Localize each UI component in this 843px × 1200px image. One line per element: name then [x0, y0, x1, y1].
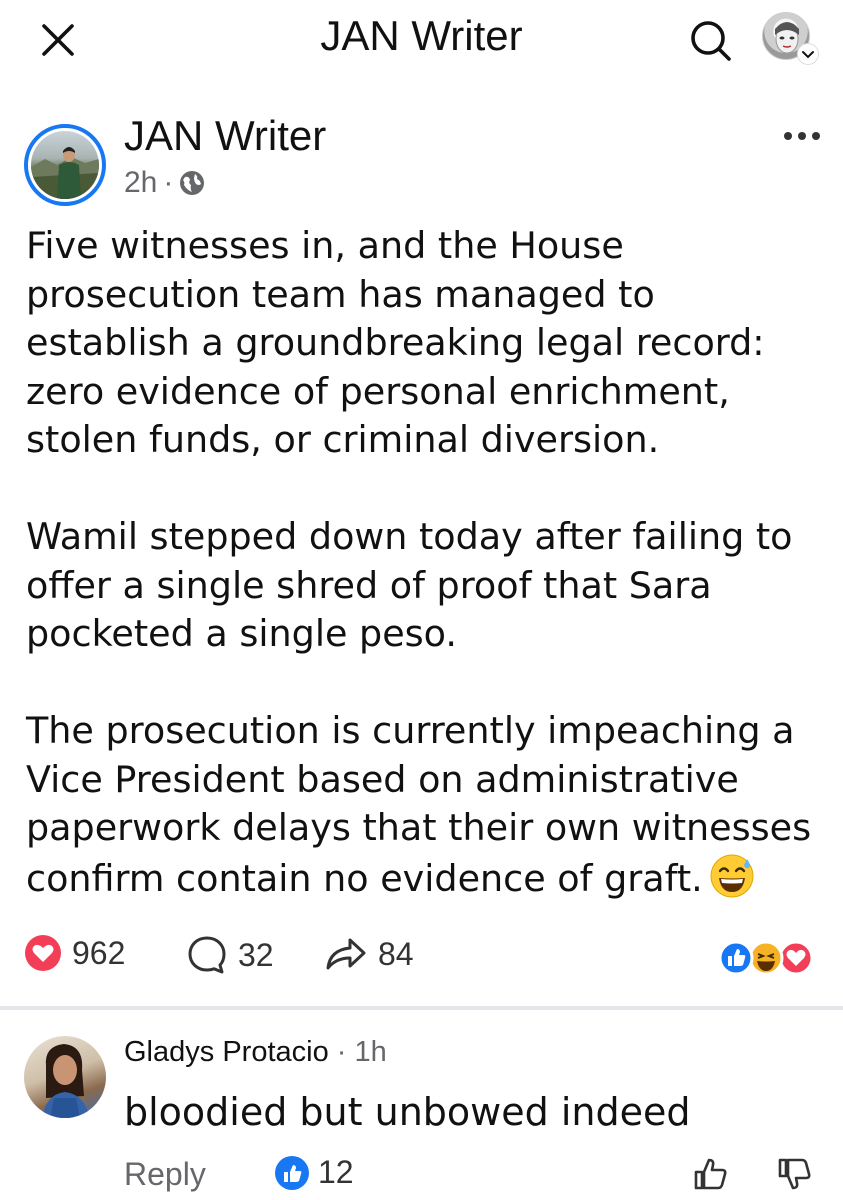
post-paragraph-last: The prosecution is currently impeaching … — [26, 707, 826, 903]
comment-like-count: 12 — [318, 1154, 354, 1190]
chevron-down-icon — [798, 44, 818, 64]
author-avatar[interactable] — [24, 124, 106, 206]
comment-header: Gladys Protacio · 1h — [124, 1036, 387, 1069]
reaction-summary[interactable] — [716, 938, 816, 978]
profile-menu-button[interactable] — [758, 12, 818, 64]
author-name[interactable]: JAN Writer — [124, 112, 326, 160]
share-button[interactable]: 84 — [324, 934, 414, 974]
thumbs-down-icon — [778, 1158, 811, 1190]
globe-icon — [180, 171, 205, 195]
comment-like-button[interactable] — [690, 1154, 730, 1194]
shares-count: 84 — [378, 935, 414, 972]
comment-dislike-button[interactable] — [774, 1154, 814, 1194]
reactions-count: 962 — [72, 934, 126, 971]
comment-text: bloodied but unbowed indeed — [124, 1090, 691, 1134]
post-paragraph: Five witnesses in, and the House prosecu… — [26, 224, 765, 461]
comments-count: 32 — [238, 936, 274, 973]
share-icon — [326, 938, 366, 970]
comment-separator: · — [336, 1036, 347, 1068]
grinning-sweat-emoji — [710, 854, 754, 897]
search-button[interactable] — [686, 16, 734, 64]
like-icon — [718, 940, 754, 976]
section-divider — [0, 1006, 843, 1010]
search-icon — [691, 21, 731, 61]
commenter-name[interactable]: Gladys Protacio — [124, 1036, 329, 1068]
post-meta: 2h · — [124, 166, 205, 200]
love-icon — [778, 940, 814, 976]
thumbs-up-icon — [694, 1158, 727, 1190]
comment-button[interactable]: 32 — [186, 934, 274, 976]
haha-icon — [748, 940, 784, 976]
post-paragraph: Wamil stepped down today after failing t… — [26, 515, 793, 655]
reply-button[interactable]: Reply — [124, 1156, 206, 1193]
love-icon — [25, 935, 61, 971]
reactions-count-button[interactable]: 962 — [24, 934, 125, 972]
comment-icon — [188, 936, 226, 974]
like-icon — [275, 1155, 309, 1190]
post-paragraph-text: The prosecution is currently impeaching … — [26, 709, 812, 900]
more-icon — [784, 132, 820, 140]
meta-separator: · — [163, 166, 174, 199]
reaction-stats-bar: 962 32 84 — [24, 934, 824, 984]
author-photo — [31, 131, 99, 199]
post-time[interactable]: 2h — [124, 166, 157, 200]
comment-time[interactable]: 1h — [355, 1036, 387, 1068]
commenter-avatar[interactable] — [24, 1036, 106, 1118]
post-body: Five witnesses in, and the House prosecu… — [26, 222, 826, 952]
comment-actions: Reply 12 — [124, 1154, 824, 1198]
top-bar: JAN Writer — [0, 0, 843, 80]
comment-likes[interactable]: 12 — [274, 1154, 354, 1191]
more-options-button[interactable] — [778, 120, 826, 152]
